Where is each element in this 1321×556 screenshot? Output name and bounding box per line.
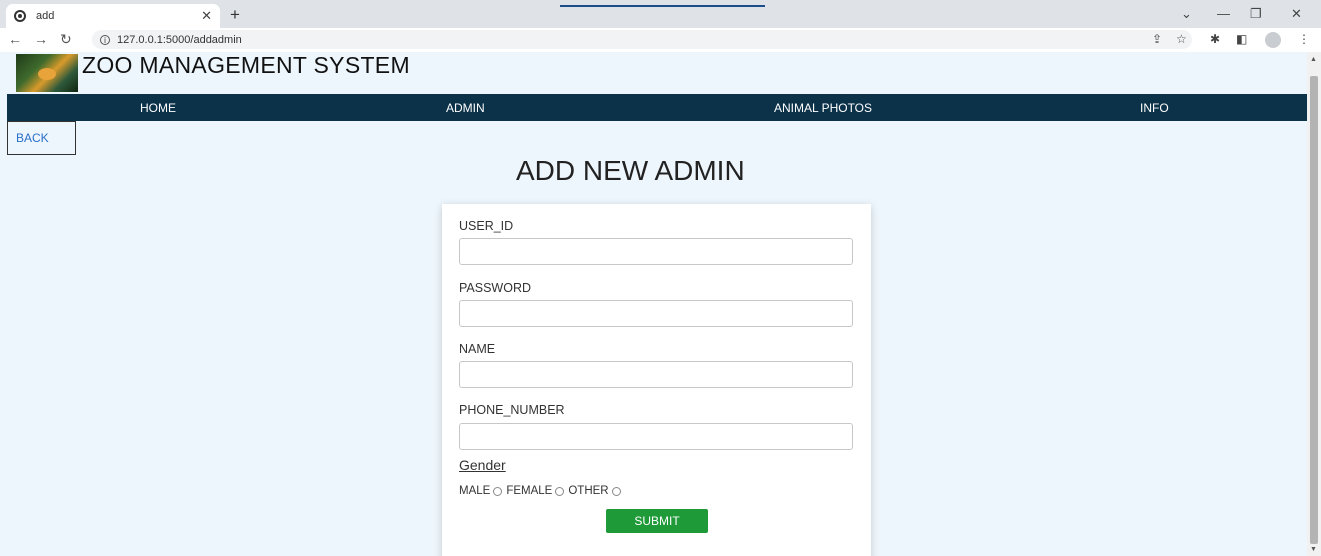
add-admin-form: USER_ID PASSWORD NAME PHONE_NUMBER Gende…: [442, 204, 871, 556]
forward-arrow-icon[interactable]: →: [34, 31, 48, 47]
nav-animal-photos[interactable]: ANIMAL PHOTOS: [774, 101, 872, 115]
gender-option-other[interactable]: OTHER: [568, 485, 621, 497]
tab-search-chevron-icon[interactable]: ⌄: [1181, 6, 1192, 22]
share-icon[interactable]: ⇪: [1152, 32, 1162, 46]
password-input[interactable]: [459, 300, 853, 327]
extensions-icon[interactable]: ✱: [1210, 32, 1220, 46]
gender-other-label: OTHER: [568, 485, 609, 497]
site-title: ZOO MANAGEMENT SYSTEM: [82, 52, 410, 78]
user-id-label: USER_ID: [459, 219, 514, 233]
nav-info[interactable]: INFO: [1140, 101, 1169, 115]
minimize-icon[interactable]: —: [1217, 6, 1230, 21]
close-tab-icon[interactable]: ✕: [201, 8, 212, 24]
tab-title: add: [36, 10, 55, 22]
scroll-down-icon[interactable]: ▼: [1310, 546, 1317, 553]
password-label: PASSWORD: [459, 281, 531, 295]
gender-other-radio[interactable]: [611, 486, 621, 496]
menu-kebab-icon[interactable]: ⋮: [1298, 32, 1310, 46]
nav-home[interactable]: HOME: [140, 101, 176, 115]
back-button[interactable]: BACK: [7, 121, 76, 155]
side-panel-icon[interactable]: ◧: [1236, 32, 1247, 46]
url-text: 127.0.0.1:5000/addadmin: [117, 33, 242, 46]
page-scrollbar[interactable]: ▲ ▼: [1307, 52, 1321, 556]
new-tab-icon[interactable]: +: [230, 5, 240, 25]
browser-toolbar: ← → ↻ i 127.0.0.1:5000/addadmin ⇪ ☆ ✱ ◧ …: [0, 28, 1321, 52]
gender-radio-group: MALE FEMALE OTHER: [459, 485, 625, 497]
profile-avatar[interactable]: [1265, 32, 1281, 48]
browser-tab[interactable]: add ✕: [6, 4, 220, 28]
address-bar[interactable]: i 127.0.0.1:5000/addadmin: [92, 30, 1192, 49]
form-title: ADD NEW ADMIN: [516, 155, 745, 186]
phone-number-label: PHONE_NUMBER: [459, 403, 565, 417]
gender-label: Gender: [459, 457, 506, 473]
gender-male-label: MALE: [459, 485, 491, 497]
back-arrow-icon[interactable]: ←: [8, 31, 22, 47]
globe-icon: [14, 10, 26, 22]
bookmark-star-icon[interactable]: ☆: [1176, 32, 1187, 46]
submit-button[interactable]: SUBMIT: [606, 509, 708, 533]
gender-male-radio[interactable]: [493, 486, 503, 496]
main-navbar: HOME ADMIN ANIMAL PHOTOS INFO: [7, 94, 1307, 121]
phone-number-input[interactable]: [459, 423, 853, 450]
zoo-logo-image: [16, 54, 78, 92]
gender-option-male[interactable]: MALE: [459, 485, 503, 497]
user-id-input[interactable]: [459, 238, 853, 265]
scroll-up-icon[interactable]: ▲: [1310, 56, 1317, 63]
browser-tab-bar: add ✕ + ⌄ — ❐ ✕: [0, 0, 1321, 28]
gender-option-female[interactable]: FEMALE: [506, 485, 565, 497]
page-content: ZOO MANAGEMENT SYSTEM HOME ADMIN ANIMAL …: [0, 52, 1307, 556]
gender-female-label: FEMALE: [506, 485, 553, 497]
scrollbar-thumb[interactable]: [1310, 76, 1318, 544]
name-label: NAME: [459, 342, 496, 356]
site-info-icon[interactable]: i: [100, 34, 110, 45]
gender-female-radio[interactable]: [555, 486, 565, 496]
restore-icon[interactable]: ❐: [1250, 6, 1262, 22]
name-input[interactable]: [459, 361, 853, 388]
window-close-icon[interactable]: ✕: [1291, 6, 1302, 22]
nav-admin[interactable]: ADMIN: [446, 101, 485, 115]
tab-strip-indicator: [560, 5, 765, 7]
reload-icon[interactable]: ↻: [60, 31, 72, 48]
